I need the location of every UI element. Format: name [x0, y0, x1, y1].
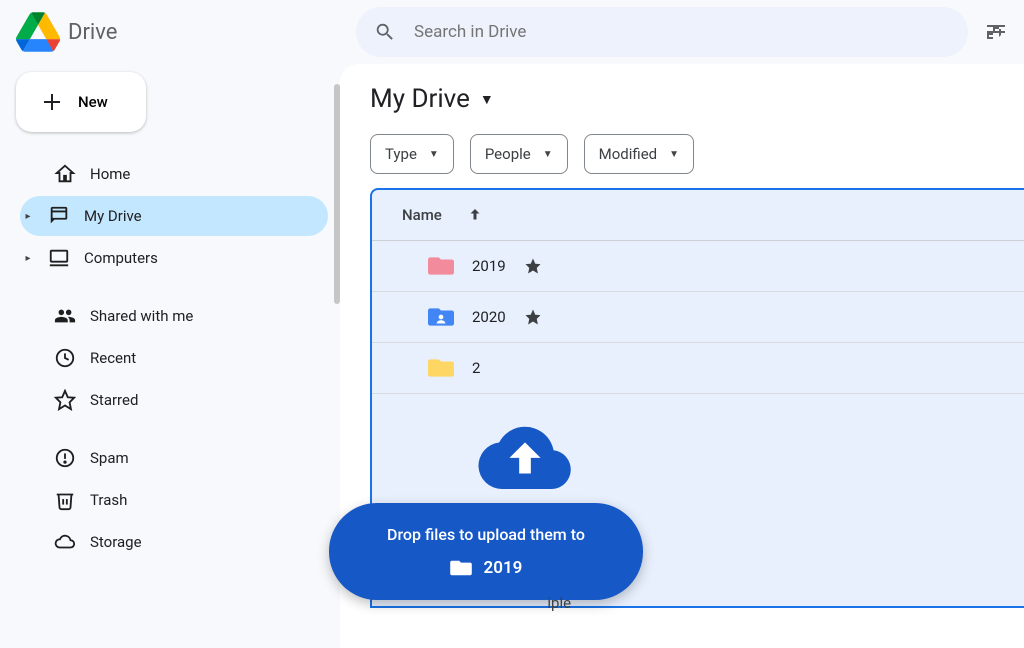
filter-chip-type[interactable]: Type▼: [370, 134, 454, 174]
file-name: 2: [472, 359, 480, 377]
sidebar-item-starred[interactable]: Starred: [20, 380, 328, 420]
folder-icon: [428, 357, 454, 379]
file-row[interactable]: 2020: [372, 292, 1024, 343]
starred-icon: [524, 308, 542, 326]
star-icon: [54, 389, 76, 411]
plus-icon: [40, 90, 64, 114]
cloud-upload-icon: [475, 419, 575, 489]
sidebar-item-label: Computers: [84, 249, 158, 267]
upload-toast-target: 2019: [484, 558, 523, 578]
filter-chip-people[interactable]: People▼: [470, 134, 568, 174]
sidebar-item-label: Recent: [90, 349, 136, 367]
trash-icon: [54, 489, 76, 511]
file-name: 2019: [472, 257, 506, 275]
clock-icon: [54, 347, 76, 369]
sidebar-item-label: Starred: [90, 391, 138, 409]
folder-icon: [428, 255, 454, 277]
sidebar-item-label: Trash: [90, 491, 127, 509]
breadcrumb-label: My Drive: [370, 84, 470, 114]
file-name: 2020: [472, 308, 506, 326]
breadcrumb[interactable]: My Drive ▼: [370, 84, 1024, 134]
sidebar-item-label: My Drive: [84, 207, 142, 225]
upload-toast: Drop files to upload them to 2019: [329, 503, 643, 600]
new-button[interactable]: New: [16, 72, 146, 132]
chevron-down-icon: ▼: [669, 149, 679, 160]
sidebar-item-trash[interactable]: Trash: [20, 480, 328, 520]
search-input[interactable]: [414, 22, 950, 42]
sidebar-item-storage[interactable]: Storage: [20, 522, 328, 562]
search-options-icon[interactable]: [984, 20, 1008, 44]
sidebar-item-label: Storage: [90, 533, 142, 551]
expand-caret-icon[interactable]: ▸: [22, 253, 34, 264]
file-row[interactable]: 2019: [372, 241, 1024, 292]
folder-icon: [450, 559, 472, 577]
sidebar-item-computers[interactable]: ▸ Computers: [20, 238, 328, 278]
chevron-down-icon: ▼: [543, 149, 553, 160]
expand-caret-icon[interactable]: ▸: [22, 211, 34, 222]
sidebar-item-label: Shared with me: [90, 307, 193, 325]
search-bar[interactable]: [356, 7, 968, 57]
sidebar-item-spam[interactable]: Spam: [20, 438, 328, 478]
new-button-label: New: [78, 93, 108, 111]
sidebar-item-label: Home: [90, 165, 130, 183]
app-title: Drive: [68, 20, 117, 45]
file-row-partial[interactable]: xxxxxxxxxxxxxxxxxxx iple: [388, 594, 571, 612]
upload-toast-message: Drop files to upload them to: [387, 525, 585, 544]
sidebar-item-my-drive[interactable]: ▸ My Drive: [20, 196, 328, 236]
cloud-icon: [54, 531, 76, 553]
sidebar-item-home[interactable]: Home: [20, 154, 328, 194]
filter-chip-modified[interactable]: Modified▼: [584, 134, 694, 174]
starred-icon: [524, 257, 542, 275]
computers-icon: [48, 247, 70, 269]
sidebar-item-label: Spam: [90, 449, 129, 467]
sidebar-item-recent[interactable]: Recent: [20, 338, 328, 378]
file-name-fragment: iple: [547, 594, 571, 612]
sidebar-item-shared[interactable]: Shared with me: [20, 296, 328, 336]
home-icon: [54, 163, 76, 185]
sort-ascending-icon: [466, 206, 484, 224]
file-row[interactable]: 2: [372, 343, 1024, 394]
drive-logo-icon: [16, 12, 60, 52]
spam-icon: [54, 447, 76, 469]
sidebar: New Home ▸ My Drive ▸ Computers Shared w…: [0, 64, 340, 648]
chevron-down-icon: ▼: [429, 149, 439, 160]
drive-icon: [48, 205, 70, 227]
people-icon: [54, 305, 76, 327]
search-icon: [374, 21, 396, 43]
column-header-name[interactable]: Name: [372, 190, 1024, 241]
app-logo-block[interactable]: Drive: [16, 12, 356, 52]
shared-folder-icon: [428, 306, 454, 328]
chevron-down-icon: ▼: [480, 91, 494, 108]
